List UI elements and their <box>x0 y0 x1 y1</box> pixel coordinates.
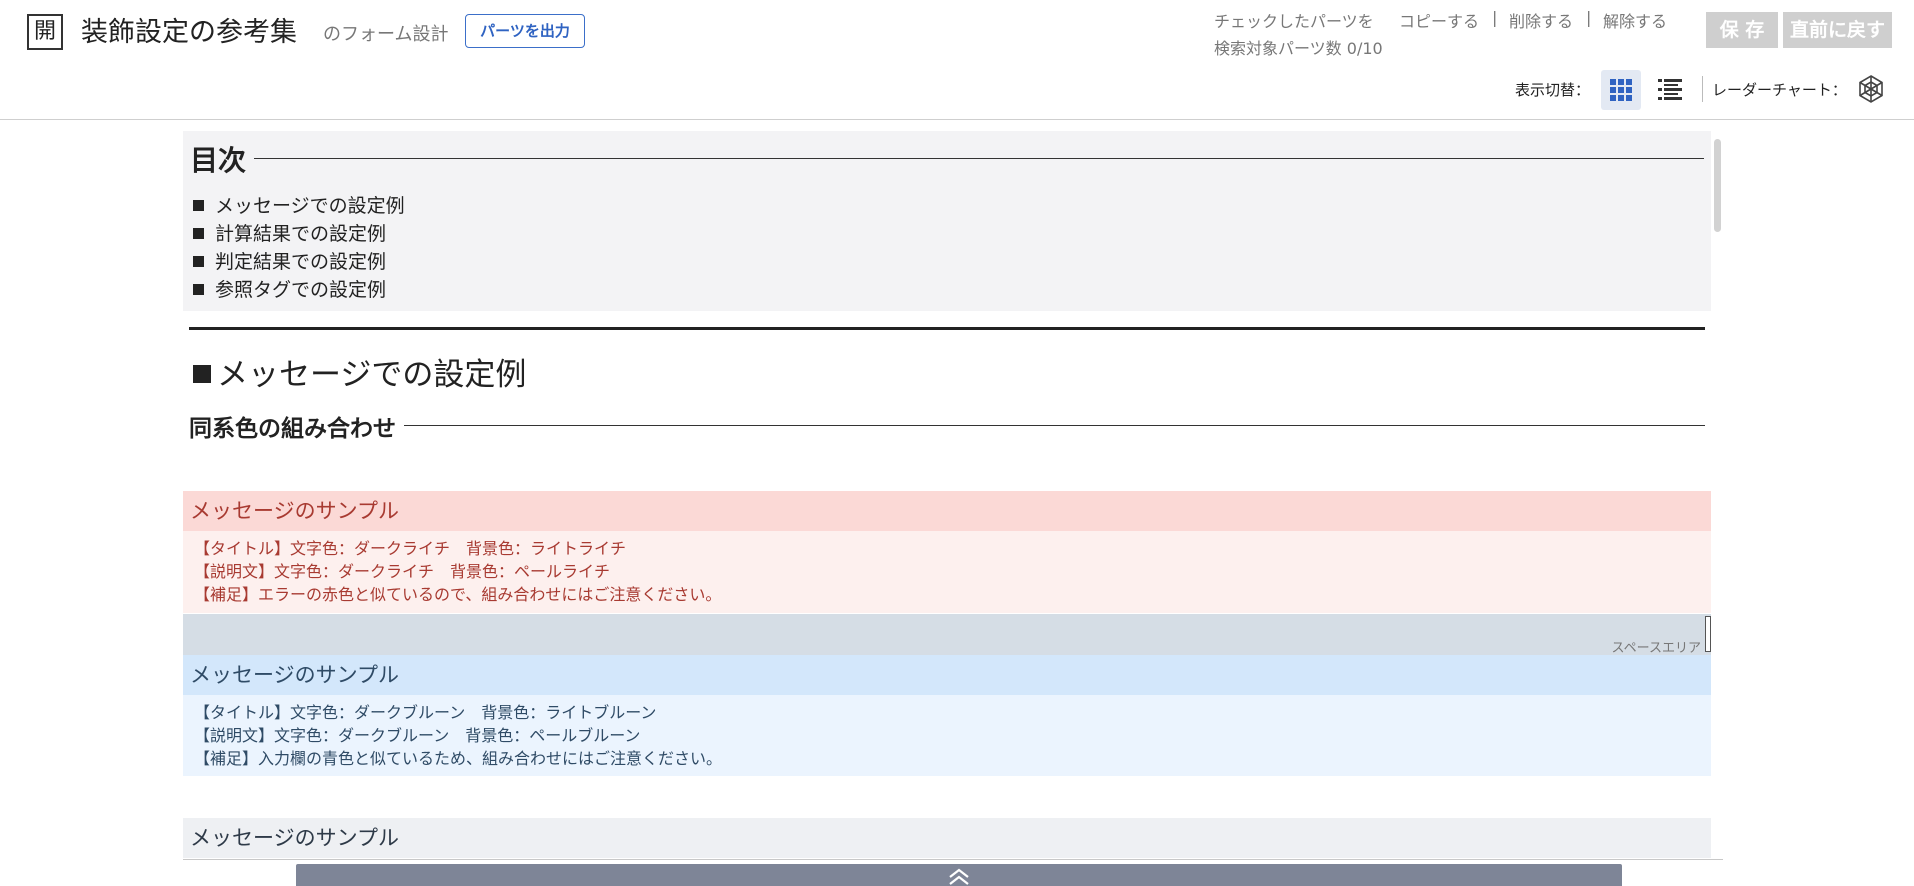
content-bottom-rule <box>183 859 1723 860</box>
message-title: メッセージのサンプル <box>183 818 1711 858</box>
release-link[interactable]: 解除する <box>1603 8 1667 32</box>
message-title: メッセージのサンプル <box>183 491 1711 531</box>
message-line: 【補足】入力欄の青色と似ているため、組み合わせにはご注意ください。 <box>194 749 723 768</box>
section-title-text: メッセージでの設定例 <box>217 357 527 393</box>
toc-item-label: 判定結果での設定例 <box>215 251 387 273</box>
save-button[interactable]: 保 存 <box>1706 12 1778 48</box>
scroll-to-top-button[interactable] <box>296 864 1622 886</box>
radar-chart-label: レーダーチャート： <box>1712 81 1847 99</box>
open-menu-button[interactable]: 開 <box>27 14 63 50</box>
table-of-contents: 目次 メッセージでの設定例 計算結果での設定例 判定結果での設定例 参照タグでの… <box>183 131 1711 311</box>
section-divider <box>189 327 1705 330</box>
toc-item-reference-tag[interactable]: 参照タグでの設定例 <box>193 275 386 302</box>
message-line: 【タイトル】文字色：ダークライチ 背景色：ライトライチ <box>194 539 627 558</box>
action-separator: | <box>1586 8 1592 27</box>
square-bullet-icon <box>193 365 211 383</box>
double-chevron-up-icon <box>949 868 969 885</box>
subsection-heading: 同系色の組み合わせ <box>189 409 404 443</box>
action-separator: | <box>1492 8 1498 27</box>
space-area[interactable]: スペースエリア <box>183 614 1711 656</box>
main-scrollbar-thumb[interactable] <box>1714 139 1721 232</box>
message-line: 【タイトル】文字色：ダークブルーン 背景色：ライトブルーン <box>194 703 657 722</box>
toc-item-judgement[interactable]: 判定結果での設定例 <box>193 247 386 274</box>
checked-parts-label: チェックしたパーツを <box>1214 12 1374 31</box>
view-toggle-label: 表示切替： <box>1515 81 1591 99</box>
message-sample-blue[interactable]: メッセージのサンプル 【タイトル】文字色：ダークブルーン 背景色：ライトブルーン… <box>183 655 1711 776</box>
radar-chart-icon[interactable] <box>1856 74 1886 104</box>
message-sample-red[interactable]: メッセージのサンプル 【タイトル】文字色：ダークライチ 背景色：ライトライチ 【… <box>183 491 1711 613</box>
grid-view-icon <box>1610 79 1632 101</box>
message-line: 【説明文】文字色：ダークライチ 背景色：ペールライチ <box>194 562 611 581</box>
square-bullet-icon <box>193 200 204 211</box>
section-title: メッセージでの設定例 <box>193 349 526 394</box>
list-view-icon <box>1658 79 1682 100</box>
resize-handle[interactable] <box>1705 616 1711 652</box>
message-body: 【タイトル】文字色：ダークブルーン 背景色：ライトブルーン 【説明文】文字色：ダ… <box>183 695 1711 776</box>
message-line: 【補足】エラーの赤色と似ているので、組み合わせにはご注意ください。 <box>194 585 722 604</box>
toc-item-calculation[interactable]: 計算結果での設定例 <box>193 219 386 246</box>
message-title: メッセージのサンプル <box>183 655 1711 695</box>
message-sample-gray[interactable]: メッセージのサンプル <box>183 818 1711 858</box>
message-line: 【説明文】文字色：ダークブルーン 背景色：ペールブルーン <box>194 726 641 745</box>
copy-link[interactable]: コピーする <box>1399 8 1479 32</box>
square-bullet-icon <box>193 256 204 267</box>
square-bullet-icon <box>193 284 204 295</box>
header: 開 装飾設定の参考集 のフォーム設計 パーツを出力 チェックしたパーツを コピー… <box>0 0 1914 120</box>
undo-button[interactable]: 直前に戻す <box>1783 12 1892 48</box>
square-bullet-icon <box>193 228 204 239</box>
page-subtitle: のフォーム設計 <box>323 24 449 45</box>
page-title: 装飾設定の参考集 <box>81 17 297 48</box>
subheading-rule <box>189 425 1705 426</box>
toc-item-message[interactable]: メッセージでの設定例 <box>193 191 405 218</box>
toc-heading-rule <box>190 158 1704 159</box>
toc-item-label: メッセージでの設定例 <box>215 195 405 217</box>
delete-link[interactable]: 削除する <box>1509 8 1573 32</box>
toc-item-label: 参照タグでの設定例 <box>215 279 387 301</box>
grid-view-button[interactable] <box>1601 70 1641 110</box>
list-view-button[interactable] <box>1650 70 1690 110</box>
space-area-label: スペースエリア <box>1611 641 1701 656</box>
toc-item-label: 計算結果での設定例 <box>215 223 387 245</box>
export-parts-button[interactable]: パーツを出力 <box>465 14 585 48</box>
toc-heading: 目次 <box>190 139 255 179</box>
search-target-count: 検索対象パーツ数 0/10 <box>1214 39 1383 58</box>
header-divider <box>1702 76 1703 102</box>
message-body: 【タイトル】文字色：ダークライチ 背景色：ライトライチ 【説明文】文字色：ダーク… <box>183 531 1711 613</box>
